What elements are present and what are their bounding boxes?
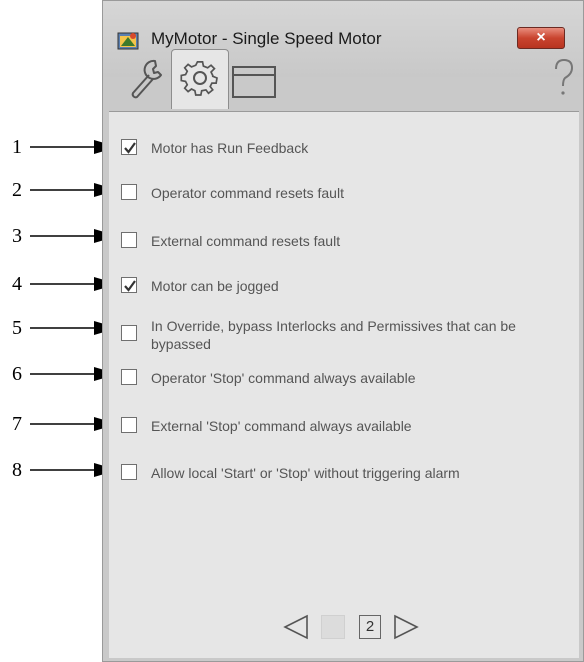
checkbox[interactable] [121, 325, 137, 341]
page-navigator: 2 [109, 612, 579, 642]
callout-number: 2 [12, 179, 22, 201]
faceplate-window: MyMotor - Single Speed Motor × Motor has… [102, 0, 584, 662]
option-label: Motor has Run Feedback [151, 140, 309, 156]
checkbox[interactable] [121, 277, 137, 293]
option-label: Motor can be jogged [151, 278, 279, 294]
check-icon [124, 280, 136, 292]
option-label: Operator 'Stop' command always available [151, 370, 416, 386]
next-page-icon[interactable] [391, 614, 421, 640]
current-page-indicator[interactable]: 2 [359, 615, 381, 639]
window-title: MyMotor - Single Speed Motor [151, 29, 382, 48]
callout-2: 2 [0, 179, 118, 201]
callout-8: 8 [0, 459, 118, 481]
callout-7: 7 [0, 413, 118, 435]
previous-page-icon[interactable] [281, 614, 311, 640]
checkbox[interactable] [121, 232, 137, 248]
close-icon: × [536, 29, 546, 46]
check-icon [124, 142, 136, 154]
callout-number: 5 [12, 317, 22, 339]
checkbox[interactable] [121, 184, 137, 200]
checkbox[interactable] [121, 464, 137, 480]
checkbox[interactable] [121, 417, 137, 433]
tab-configuration[interactable] [171, 49, 229, 109]
option-label: Operator command resets fault [151, 185, 344, 201]
callout-number: 4 [12, 273, 22, 295]
tab-maintenance[interactable] [119, 49, 171, 109]
callout-number: 3 [12, 225, 22, 247]
callout-1: 1 [0, 136, 118, 158]
options-panel: Motor has Run Feedback Operator command … [109, 111, 579, 658]
close-button[interactable]: × [517, 27, 565, 49]
checkbox[interactable] [121, 369, 137, 385]
window-icon [232, 66, 276, 98]
option-label: In Override, bypass Interlocks and Permi… [151, 318, 516, 352]
callout-number: 8 [12, 459, 22, 481]
gear-icon [180, 60, 218, 96]
tab-display[interactable] [229, 49, 281, 109]
callout-4: 4 [0, 273, 118, 295]
option-label: Allow local 'Start' or 'Stop' without tr… [151, 465, 460, 481]
help-icon[interactable] [549, 55, 579, 105]
wrench-icon [131, 59, 162, 99]
callout-number: 6 [12, 363, 22, 385]
callout-number: 7 [12, 413, 22, 435]
callout-number: 1 [12, 136, 22, 158]
option-label: External command resets fault [151, 233, 341, 249]
motor-app-icon [117, 32, 139, 50]
page-1-button[interactable] [321, 615, 345, 639]
callout-6: 6 [0, 363, 118, 385]
option-label: External 'Stop' command always available [151, 418, 412, 434]
callout-5: 5 [0, 317, 118, 339]
callout-3: 3 [0, 225, 118, 247]
tab-bar [103, 49, 583, 111]
checkbox[interactable] [121, 139, 137, 155]
